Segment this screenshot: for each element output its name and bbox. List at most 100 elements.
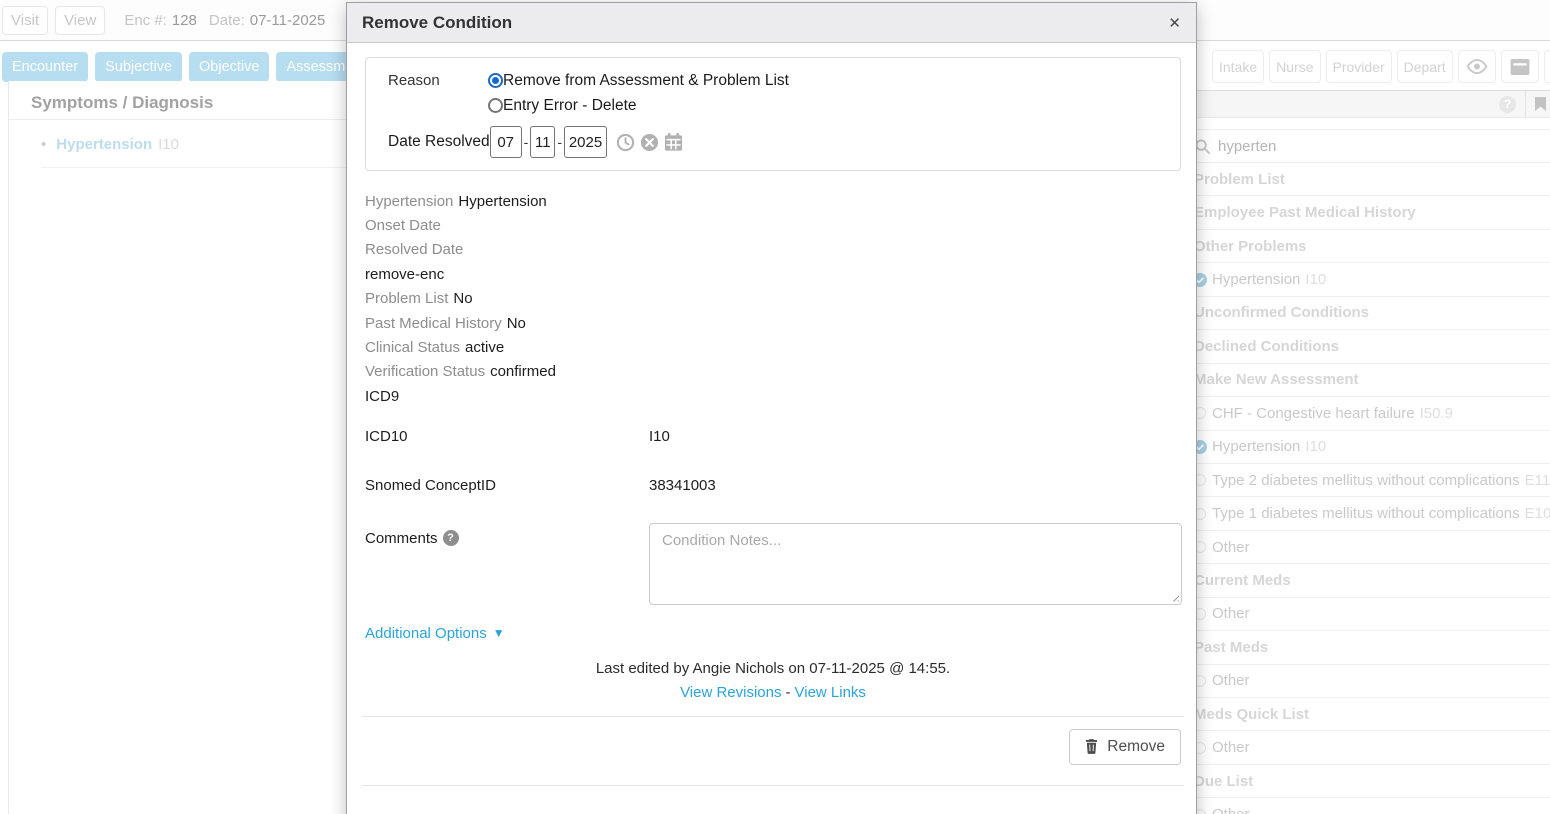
sidebar-item-other[interactable]: Other	[1190, 798, 1550, 814]
radio-unselected-icon[interactable]	[488, 98, 503, 113]
sidebar-item-hypertension[interactable]: HypertensionI10	[1190, 263, 1550, 296]
item-label: CHF - Congestive heart failure	[1212, 405, 1415, 422]
snomed-label: Snomed ConceptID	[365, 477, 649, 494]
calendar-icon[interactable]	[664, 133, 683, 152]
sidebar-section-make-new-assessment[interactable]: Make New Assessment	[1190, 364, 1550, 397]
section-label: Meds Quick List	[1194, 706, 1309, 723]
item-code: E11.9	[1525, 472, 1550, 489]
sidebar-section-declined[interactable]: Declined Conditions	[1190, 330, 1550, 363]
clock-icon[interactable]	[616, 133, 635, 152]
item-label: Other	[1212, 806, 1250, 814]
remove-button[interactable]: Remove	[1069, 729, 1181, 765]
sidebar-item-type1-diabetes[interactable]: Type 1 diabetes mellitus without complic…	[1190, 497, 1550, 530]
detail-value: No	[507, 315, 526, 332]
sidebar-item-other[interactable]: Other	[1190, 531, 1550, 564]
bookmark-icon[interactable]	[1535, 97, 1546, 111]
date-day-input[interactable]	[530, 126, 555, 158]
radio-label: Remove from Assessment & Problem List	[503, 72, 789, 90]
date-separator	[524, 134, 529, 150]
visit-button[interactable]: Visit	[2, 6, 48, 35]
detail-value: No	[453, 290, 472, 307]
detail-label: remove-enc	[365, 266, 444, 283]
reason-option-remove[interactable]: Remove from Assessment & Problem List	[488, 68, 789, 93]
sidebar-item-hypertension[interactable]: HypertensionI10	[1190, 431, 1550, 464]
date-year-input[interactable]	[564, 126, 607, 158]
comments-row: Comments	[365, 523, 1181, 605]
sidebar-section-other-problems[interactable]: Other Problems	[1190, 230, 1550, 263]
detail-row: remove-enc	[365, 262, 1181, 286]
date-month-input[interactable]	[490, 126, 522, 158]
caret-down-icon: ▼	[493, 626, 505, 640]
sidebar-tools-row	[1190, 90, 1550, 118]
sidebar-section-current-meds[interactable]: Current Meds	[1190, 564, 1550, 597]
sidebar-section-meds-quick-list[interactable]: Meds Quick List	[1190, 698, 1550, 731]
sidebar-section-unconfirmed[interactable]: Unconfirmed Conditions	[1190, 297, 1550, 330]
archive-icon[interactable]	[1501, 50, 1539, 83]
sidebar-item-other[interactable]: Other	[1190, 665, 1550, 698]
modal-footer: Remove	[365, 717, 1181, 775]
radio-selected-icon[interactable]	[488, 73, 503, 88]
divider	[362, 785, 1184, 786]
item-label: Other	[1212, 739, 1250, 756]
reason-option-entry-error[interactable]: Entry Error - Delete	[488, 93, 789, 118]
provider-button[interactable]: Provider	[1326, 50, 1392, 83]
condition-notes-textarea[interactable]	[649, 523, 1182, 605]
help-circle-icon[interactable]	[1499, 96, 1516, 113]
close-icon[interactable]: ✕	[1168, 14, 1181, 32]
sidebar-item-chf[interactable]: CHF - Congestive heart failureI50.9	[1190, 397, 1550, 430]
diagnosis-name: Hypertension	[56, 136, 152, 153]
view-links-link[interactable]: View Links	[795, 684, 866, 701]
section-label: Make New Assessment	[1194, 371, 1359, 388]
eye-icon[interactable]	[1458, 50, 1496, 83]
radio-label: Entry Error - Delete	[503, 97, 637, 115]
detail-value: confirmed	[490, 363, 556, 380]
date-separator	[557, 134, 562, 150]
additional-options-toggle[interactable]: Additional Options ▼	[365, 625, 1181, 642]
tab-encounter[interactable]: Encounter	[2, 52, 88, 82]
item-code: E10.9	[1525, 505, 1550, 522]
clear-date-icon[interactable]	[640, 133, 659, 152]
sidebar-list: Problem List Employee Past Medical Histo…	[1190, 163, 1550, 814]
trash-icon	[1085, 739, 1098, 754]
sidebar-section-past-meds[interactable]: Past Meds	[1190, 631, 1550, 664]
section-label: Due List	[1194, 773, 1253, 790]
date-resolved-row: Date Resolved	[388, 126, 1164, 158]
item-label: Hypertension	[1212, 271, 1300, 288]
sidebar-item-type2-diabetes[interactable]: Type 2 diabetes mellitus without complic…	[1190, 464, 1550, 497]
modal-header: Remove Condition ✕	[347, 3, 1196, 43]
diagnosis-code: I10	[158, 136, 179, 153]
item-label: Other	[1212, 672, 1250, 689]
snomed-value: 38341003	[649, 477, 716, 494]
chart-sidebar: Intake Nurse Provider Depart	[1190, 41, 1550, 814]
icd10-value: I10	[649, 428, 670, 445]
last-edited-text: Last edited by Angie Nichols on 07-11-20…	[365, 660, 1181, 677]
depart-button[interactable]: Depart	[1397, 50, 1453, 83]
nurse-button[interactable]: Nurse	[1269, 50, 1320, 83]
help-icon[interactable]	[443, 530, 459, 546]
calendar-check-icon[interactable]	[1544, 50, 1550, 83]
remove-condition-modal: Remove Condition ✕ Reason Remove from As…	[346, 2, 1197, 814]
detail-row: HypertensionHypertension	[365, 189, 1181, 213]
detail-label: Clinical Status	[365, 339, 460, 356]
reason-box: Reason Remove from Assessment & Problem …	[365, 57, 1181, 171]
detail-label: Onset Date	[365, 217, 441, 234]
view-revisions-link[interactable]: View Revisions	[680, 684, 781, 701]
diagnosis-list-item[interactable]: Hypertension I10	[41, 136, 346, 168]
sidebar-item-other[interactable]: Other	[1190, 731, 1550, 764]
intake-button[interactable]: Intake	[1212, 50, 1264, 83]
additional-options-label: Additional Options	[365, 625, 487, 642]
detail-value: Hypertension	[458, 193, 546, 210]
section-label: Problem List	[1194, 171, 1285, 188]
sidebar-section-problem-list[interactable]: Problem List	[1190, 163, 1550, 196]
detail-label: Problem List	[365, 290, 448, 307]
section-label: Other Problems	[1194, 238, 1307, 255]
sidebar-section-due-list[interactable]: Due List	[1190, 765, 1550, 798]
remove-button-label: Remove	[1107, 738, 1165, 756]
tab-subjective[interactable]: Subjective	[95, 52, 182, 82]
detail-row: Problem List No	[365, 287, 1181, 311]
sidebar-item-other[interactable]: Other	[1190, 598, 1550, 631]
view-button[interactable]: View	[55, 6, 105, 35]
tab-objective[interactable]: Objective	[189, 52, 269, 82]
search-input[interactable]	[1218, 138, 1438, 155]
sidebar-section-employee-pmh[interactable]: Employee Past Medical History	[1190, 196, 1550, 229]
